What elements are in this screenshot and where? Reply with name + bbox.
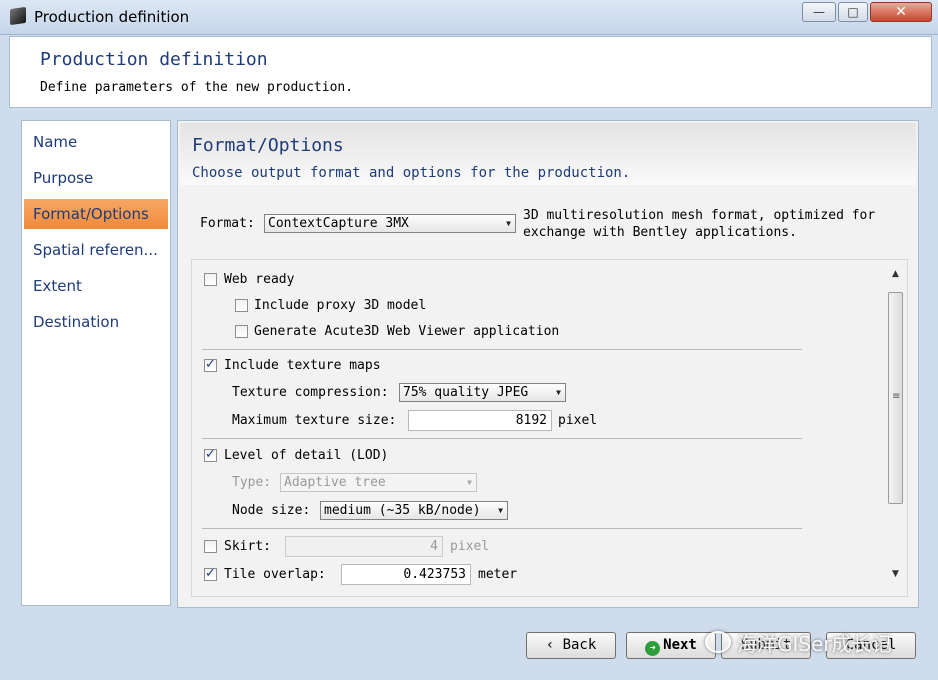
texture-maps-checkbox[interactable] — [204, 357, 217, 372]
dropdown-arrow-icon: ▼ — [506, 219, 511, 228]
format-label: Format: — [200, 216, 255, 231]
node-size-label: Node size: — [232, 503, 311, 518]
max-texture-size-input[interactable]: 8192 — [408, 410, 552, 431]
scroll-grip-icon: ≡ — [892, 391, 901, 402]
max-texture-size-label: Maximum texture size: — [232, 413, 397, 428]
section-header: Format/Options Choose output format and … — [180, 123, 916, 185]
texture-maps-label: Include texture maps — [224, 358, 381, 373]
chat-bubble-icon — [705, 631, 731, 653]
watermark-text: 海洋GISer成长记 — [737, 632, 892, 656]
dropdown-arrow-icon: ▼ — [498, 506, 503, 515]
tile-overlap-input[interactable]: 0.423753 — [341, 564, 471, 585]
lod-checkbox[interactable] — [204, 447, 217, 462]
texture-compression-label: Texture compression: — [232, 385, 389, 400]
sidebar-item-name[interactable]: Name — [24, 127, 168, 157]
scroll-down-arrow-icon[interactable]: ▼ — [886, 566, 905, 582]
maximize-button[interactable]: □ — [838, 2, 868, 22]
texture-compression-value: 75% quality JPEG — [403, 385, 529, 400]
page-title: Production definition — [40, 49, 268, 70]
scroll-up-arrow-icon[interactable]: ▲ — [886, 266, 905, 282]
skirt-unit: pixel — [450, 539, 490, 554]
node-size-select[interactable]: medium (~35 kB/node) ▼ — [320, 501, 508, 520]
skirt-input[interactable]: 4 — [285, 536, 443, 557]
window-title-bar[interactable]: Production definition — □ ✕ — [0, 0, 938, 35]
scroll-thumb[interactable]: ≡ — [888, 292, 903, 504]
window-title: Production definition — [34, 8, 190, 26]
sidebar-item-destination[interactable]: Destination — [24, 307, 168, 337]
web-ready-checkbox[interactable] — [204, 273, 217, 286]
tile-overlap-label: Tile overlap: — [224, 567, 326, 582]
close-button[interactable]: ✕ — [870, 2, 932, 22]
main-panel: Format/Options Choose output format and … — [177, 120, 919, 608]
max-texture-size-unit: pixel — [558, 413, 598, 428]
proxy-model-checkbox[interactable] — [235, 299, 248, 312]
next-button[interactable]: ➜ Next — [626, 632, 716, 659]
back-button[interactable]: ‹ Back — [526, 632, 616, 659]
sidebar-item-spatial-reference[interactable]: Spatial referen... — [24, 235, 168, 265]
proxy-model-label: Include proxy 3D model — [254, 298, 427, 313]
tile-overlap-checkbox[interactable] — [204, 566, 217, 581]
web-ready-label: Web ready — [224, 272, 295, 287]
watermark: 海洋GISer成长记 — [705, 628, 892, 657]
sidebar-item-extent[interactable]: Extent — [24, 271, 168, 301]
format-select-value: ContextCapture 3MX — [268, 216, 409, 231]
app-cube-icon — [10, 6, 26, 26]
next-button-label: Next — [663, 637, 697, 653]
wizard-header: Production definition Define parameters … — [9, 36, 932, 108]
web-viewer-checkbox[interactable] — [235, 325, 248, 338]
texture-compression-select[interactable]: 75% quality JPEG ▼ — [399, 383, 566, 402]
section-title: Format/Options — [192, 135, 344, 156]
skirt-checkbox[interactable] — [204, 540, 217, 553]
tile-overlap-unit: meter — [478, 567, 518, 582]
dropdown-arrow-icon: ▼ — [556, 388, 561, 397]
chevron-left-icon: ‹ — [545, 637, 563, 653]
format-description-line-1: 3D multiresolution mesh format, optimize… — [523, 208, 876, 223]
skirt-label: Skirt: — [224, 539, 271, 554]
section-subtitle: Choose output format and options for the… — [192, 165, 631, 181]
wizard-steps-sidebar: Name Purpose Format/Options Spatial refe… — [21, 120, 171, 606]
green-arrow-circle-icon: ➜ — [645, 641, 661, 656]
page-subtitle: Define parameters of the new production. — [40, 80, 354, 95]
format-select[interactable]: ContextCapture 3MX ▼ — [264, 214, 516, 233]
separator — [202, 528, 802, 529]
back-button-label: Back — [562, 637, 597, 653]
sidebar-item-format-options[interactable]: Format/Options — [24, 199, 168, 229]
minimize-button[interactable]: — — [802, 2, 836, 22]
separator — [202, 438, 802, 439]
lod-type-select[interactable]: Adaptive tree ▼ — [280, 473, 477, 492]
lod-type-value: Adaptive tree — [284, 475, 386, 490]
web-viewer-label: Generate Acute3D Web Viewer application — [254, 324, 560, 339]
lod-label: Level of detail (LOD) — [224, 448, 389, 463]
options-scroll-area[interactable]: Web ready Include proxy 3D model Generat… — [191, 259, 908, 597]
lod-type-label: Type: — [232, 475, 272, 490]
sidebar-item-purpose[interactable]: Purpose — [24, 163, 168, 193]
node-size-value: medium (~35 kB/node) — [324, 503, 481, 518]
separator — [202, 349, 802, 350]
dropdown-arrow-icon: ▼ — [467, 478, 472, 487]
vertical-scrollbar[interactable]: ▲ ≡ ▼ — [886, 266, 905, 586]
format-description-line-2: exchange with Bentley applications. — [523, 225, 797, 240]
